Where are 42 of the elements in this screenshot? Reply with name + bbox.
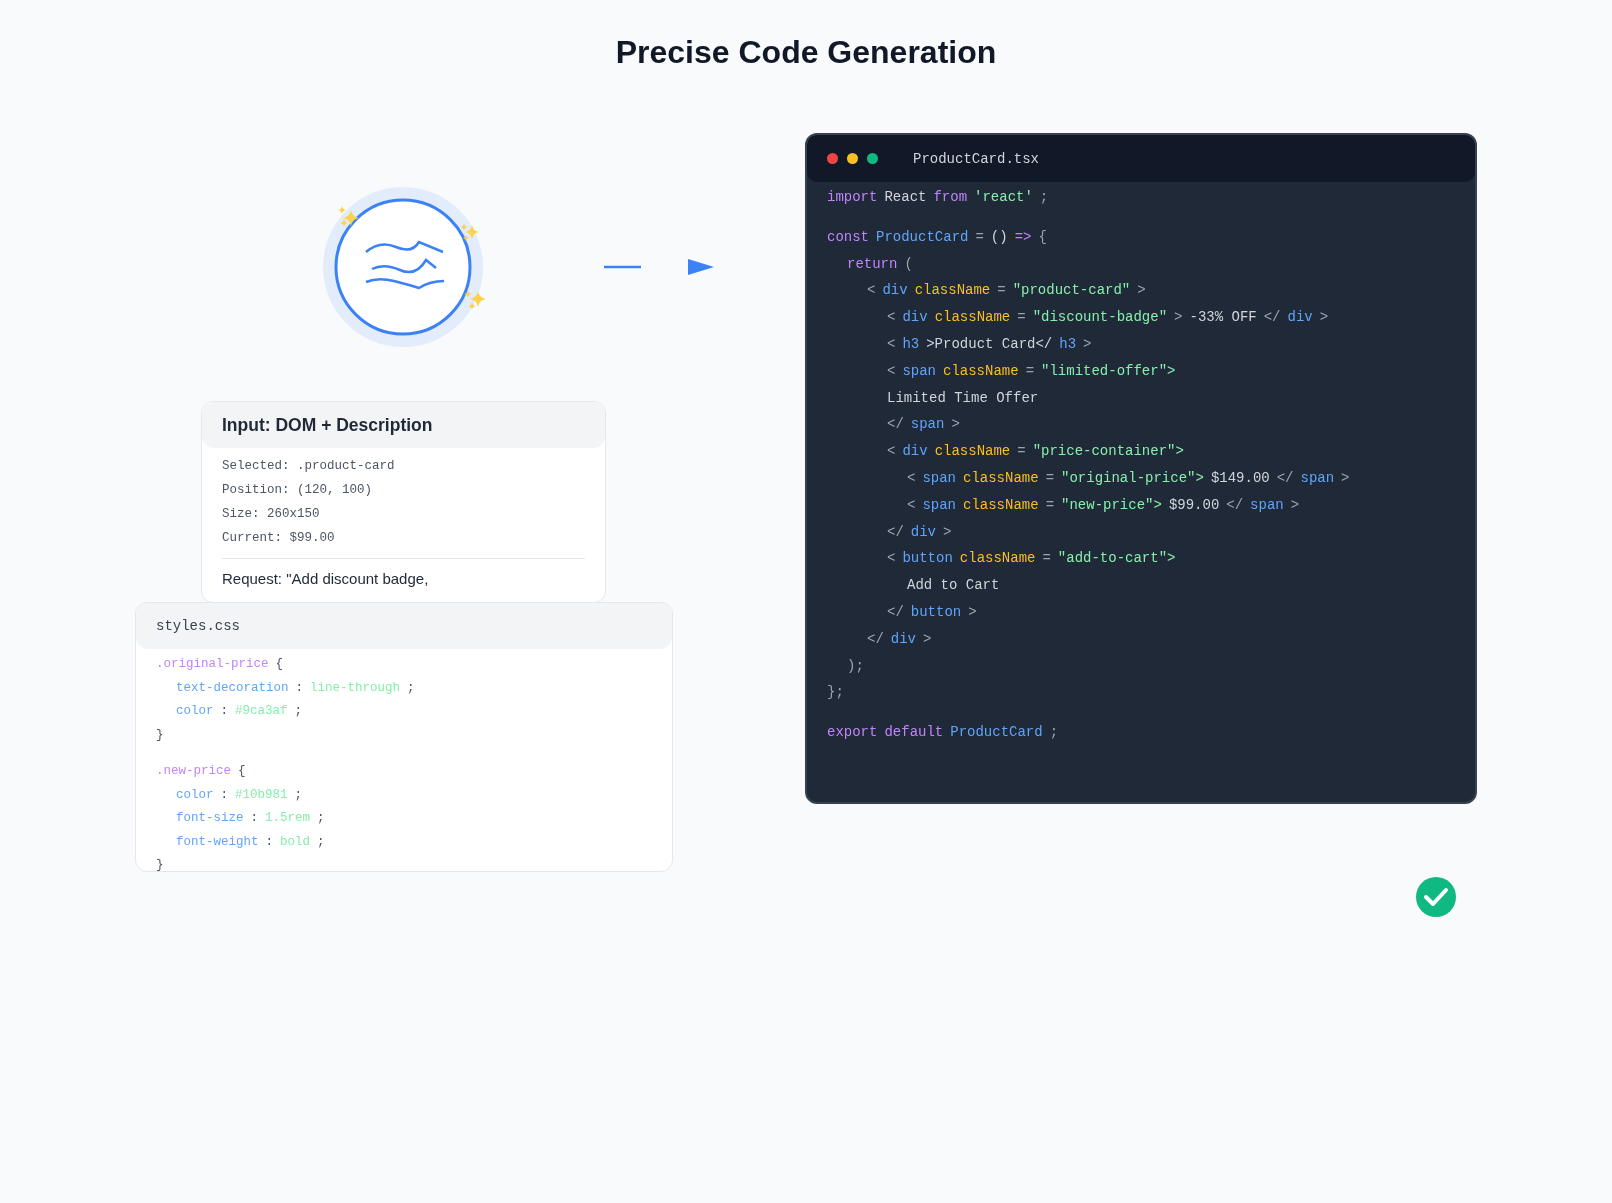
file-name: styles.css: [156, 618, 240, 634]
code-line: .new-price {: [156, 763, 246, 780]
code-line: .original-price {: [156, 656, 284, 673]
code-line: < span className = "limited-offer">: [886, 361, 1176, 381]
dom-field: Position: (120, 100): [222, 478, 585, 502]
code-line: );: [846, 656, 864, 676]
code-line: </ div >: [886, 522, 952, 542]
code-line: </ div >: [866, 629, 932, 649]
code-line: export default ProductCard ;: [827, 723, 1059, 743]
code-line: < div className = "product-card" >: [866, 281, 1146, 301]
dom-field: Current: $99.00: [222, 526, 585, 550]
card-title: Input: DOM + Description: [222, 414, 433, 436]
code-line: font-size : 1.5rem ;: [175, 810, 325, 827]
code-line: < span className = "original-price"> $149.00 </ span >: [906, 468, 1350, 488]
code-line: < h3 >Product Card</ h3 >: [886, 335, 1092, 354]
minimize-dot-icon: [847, 153, 858, 164]
check-icon: [1415, 876, 1457, 918]
request-text: Request: "Add discount badge,: [222, 569, 430, 589]
code-line: return (: [846, 254, 913, 274]
code-line: Limited Time Offer: [886, 388, 1039, 408]
code-line: Add to Cart: [906, 576, 1000, 596]
dom-field: Size: 260x150: [222, 502, 585, 526]
code-line: const ProductCard = () => {: [827, 227, 1047, 247]
code-line: < div className = "discount-badge" > -33% OFF </ div >: [886, 308, 1329, 328]
maximize-dot-icon: [867, 153, 878, 164]
code-line: font-weight : bold ;: [175, 833, 325, 851]
code-line: < span className = "new-price"> $99.00 </ span >: [906, 495, 1300, 515]
code-line: color : #10b981 ;: [175, 786, 303, 804]
file-name: ProductCard.tsx: [913, 150, 1040, 167]
code-line: </ span >: [886, 415, 960, 435]
page-title: Precise Code Generation: [615, 34, 997, 70]
code-line: < button className = "add-to-cart">: [886, 549, 1176, 569]
code-line: < div className = "price-container">: [886, 442, 1184, 462]
code-line: color : #9ca3af ;: [175, 703, 303, 720]
close-dot-icon: [827, 153, 838, 164]
code-line: };: [827, 683, 844, 703]
code-line: </ button >: [886, 602, 977, 622]
code-line: text-decoration : line-through ;: [175, 679, 415, 697]
code-line: import React from 'react' ;: [827, 188, 1049, 207]
code-line: }: [156, 726, 164, 744]
dom-field: Selected: .product-card: [222, 454, 585, 478]
code-line: }: [156, 857, 164, 874]
